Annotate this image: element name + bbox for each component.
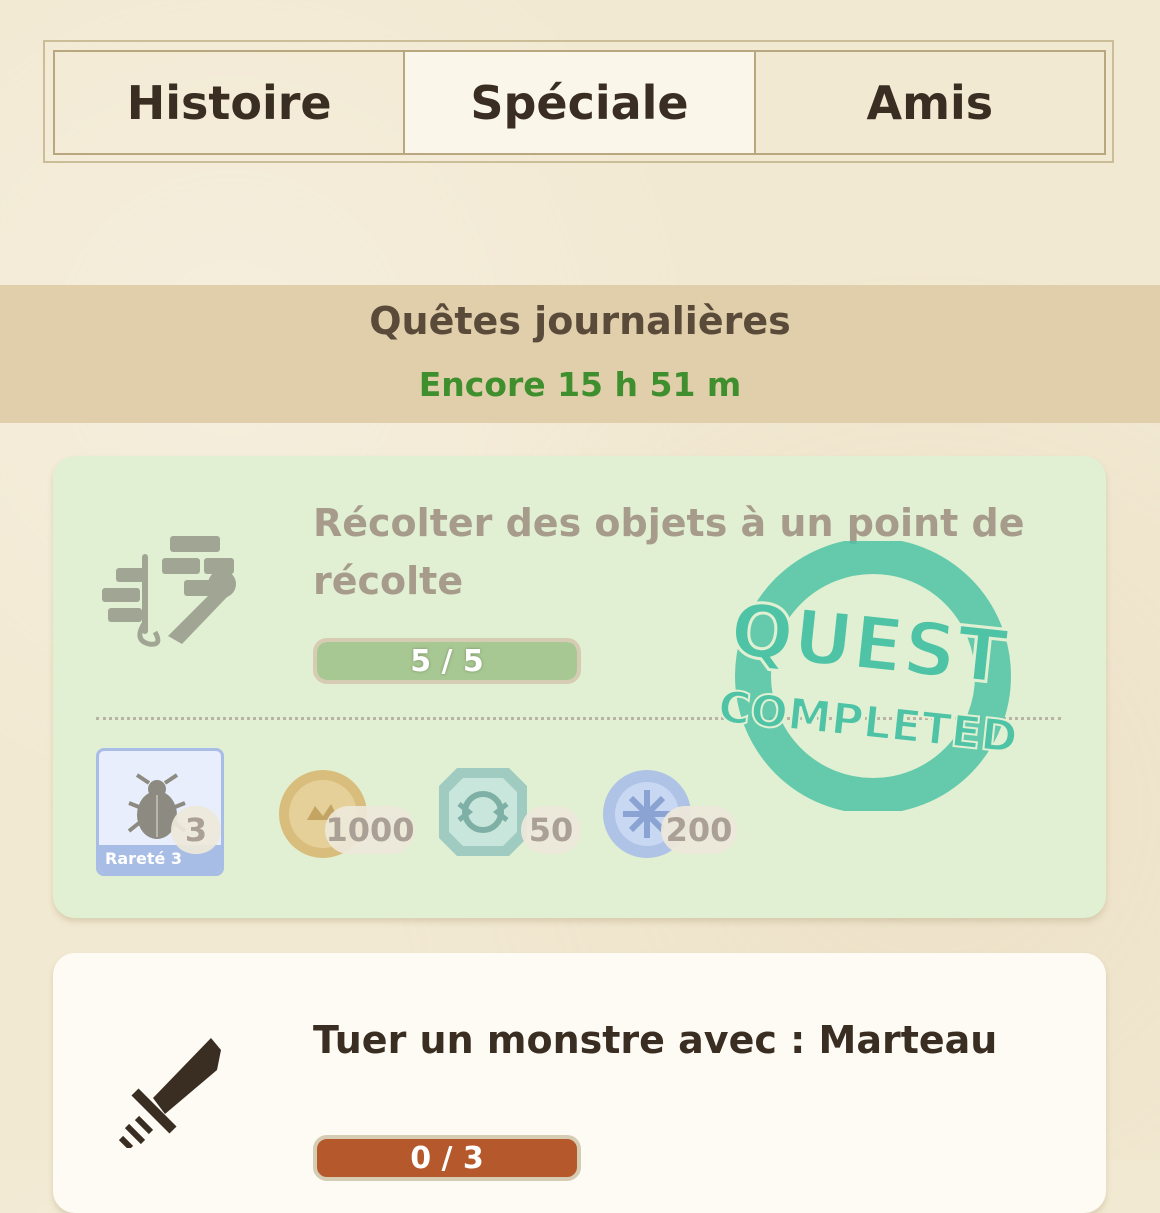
quest-progress-bar: 5 / 5	[313, 638, 581, 684]
gathering-point-icon	[102, 536, 236, 647]
quest-completed-stamp: QUEST COMPLETED	[715, 541, 1021, 811]
quest-card[interactable]: Tuer un monstre avec : Marteau 0 / 3	[53, 953, 1106, 1213]
quest-progress-text: 0 / 3	[410, 1140, 484, 1176]
tab-amis[interactable]: Amis	[756, 52, 1104, 153]
tab-speciale[interactable]: Spéciale	[405, 52, 756, 153]
reward-zenny-quantity: 1000	[325, 806, 415, 854]
quest-card-completed[interactable]: Récolter des objets à un point de récolt…	[53, 456, 1106, 918]
reward-orb-quantity: 200	[661, 806, 737, 854]
tab-bar: Histoire Spéciale Amis	[53, 50, 1106, 155]
daily-quests-title: Quêtes journalières	[369, 299, 791, 343]
daily-quests-header: Quêtes journalières Encore 15 h 51 m	[0, 285, 1160, 423]
quest-progress-text: 5 / 5	[410, 643, 484, 679]
reward-gem-quantity: 50	[521, 806, 581, 854]
daily-quests-timer: Encore 15 h 51 m	[418, 365, 742, 404]
quest-progress-bar: 0 / 3	[313, 1135, 581, 1181]
tab-histoire[interactable]: Histoire	[55, 52, 406, 153]
quest-title: Tuer un monstre avec : Marteau	[313, 1018, 998, 1062]
reward-item-quantity: 3	[171, 806, 221, 854]
great-sword-icon	[118, 1038, 221, 1148]
emblem-gem-icon	[439, 768, 527, 856]
